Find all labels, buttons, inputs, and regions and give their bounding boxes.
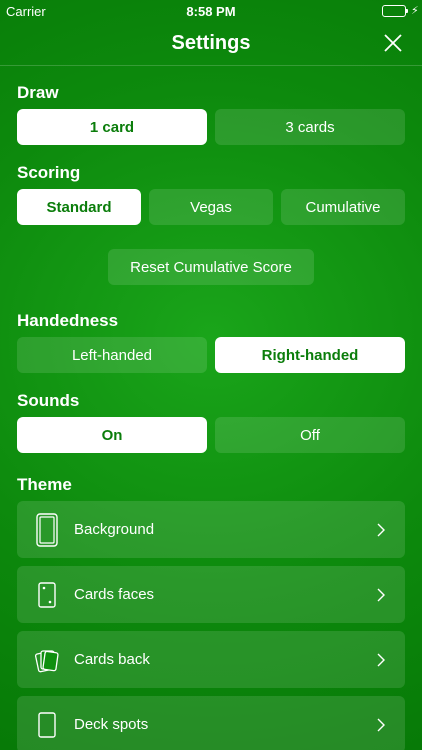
draw-option-3-cards[interactable]: 3 cards	[215, 109, 405, 145]
draw-section-title: Draw	[17, 83, 59, 102]
clock: 8:58 PM	[186, 4, 236, 19]
reset-cumulative-score-button[interactable]: Reset Cumulative Score	[108, 249, 314, 285]
page-title: Settings	[171, 32, 251, 54]
scoring-option-standard[interactable]: Standard	[17, 189, 141, 225]
scoring-segmented-control: Standard Vegas Cumulative	[17, 189, 405, 225]
card-face-icon	[38, 582, 56, 608]
chevron-right-icon	[377, 718, 385, 732]
handedness-option-left[interactable]: Left-handed	[17, 337, 207, 373]
chevron-right-icon	[377, 588, 385, 602]
phone-outline-icon	[36, 513, 58, 547]
cards-stack-icon	[35, 650, 59, 673]
theme-item-deck-spots[interactable]: Deck spots	[17, 696, 405, 750]
theme-section-title: Theme	[17, 475, 72, 494]
theme-item-cards-faces[interactable]: Cards faces	[17, 566, 405, 623]
theme-item-label: Cards back	[74, 651, 150, 668]
battery-icon: ⚡	[382, 5, 419, 17]
chevron-right-icon	[377, 653, 385, 667]
handedness-option-right[interactable]: Right-handed	[215, 337, 405, 373]
theme-item-label: Background	[74, 521, 155, 538]
chevron-right-icon	[377, 523, 385, 537]
theme-item-label: Deck spots	[74, 716, 149, 733]
scoring-section-title: Scoring	[17, 163, 81, 182]
theme-item-label: Cards faces	[74, 586, 155, 603]
theme-item-background[interactable]: Background	[17, 501, 405, 558]
close-icon	[384, 34, 402, 52]
sounds-section-title: Sounds	[17, 391, 80, 410]
sounds-segmented-control: On Off	[17, 417, 405, 453]
handedness-segmented-control: Left-handed Right-handed	[17, 337, 405, 373]
close-button[interactable]	[382, 32, 404, 54]
scoring-option-vegas[interactable]: Vegas	[149, 189, 273, 225]
theme-item-cards-back[interactable]: Cards back	[17, 631, 405, 688]
draw-segmented-control: 1 card 3 cards	[17, 109, 405, 145]
nav-bar: Settings	[0, 22, 422, 66]
draw-option-1-card[interactable]: 1 card	[17, 109, 207, 145]
card-outline-icon	[38, 712, 56, 738]
sounds-option-on[interactable]: On	[17, 417, 207, 453]
sounds-option-off[interactable]: Off	[215, 417, 405, 453]
handedness-section-title: Handedness	[17, 311, 119, 330]
scoring-option-cumulative[interactable]: Cumulative	[281, 189, 405, 225]
status-bar: Carrier 8:58 PM ⚡	[0, 0, 422, 22]
